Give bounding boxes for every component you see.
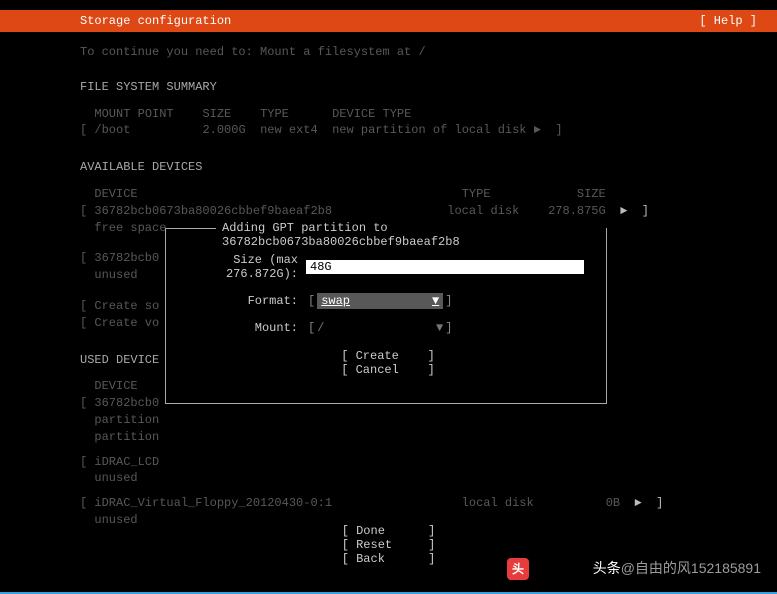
help-button[interactable]: [ Help ] bbox=[699, 10, 757, 32]
used-row: partition bbox=[80, 412, 757, 429]
add-partition-dialog: Adding GPT partition to 36782bcb0673ba80… bbox=[165, 228, 607, 404]
watermark: 头条@自由的风152185891 bbox=[593, 558, 761, 578]
fss-title: FILE SYSTEM SUMMARY bbox=[80, 79, 757, 96]
intro-text: To continue you need to: Mount a filesys… bbox=[80, 44, 757, 61]
size-input[interactable] bbox=[306, 260, 584, 274]
format-select[interactable]: swap▼ bbox=[317, 293, 443, 309]
page-title: Storage configuration bbox=[80, 10, 231, 32]
create-button[interactable]: [ Create ] bbox=[180, 349, 596, 363]
used-row: unused bbox=[80, 470, 757, 487]
reset-button[interactable]: [ Reset ] bbox=[0, 538, 777, 552]
size-label: Size (max 276.872G): bbox=[180, 253, 306, 281]
mount-select: /▼ bbox=[317, 321, 443, 335]
chevron-down-icon: ▼ bbox=[432, 294, 439, 308]
mount-label: Mount: bbox=[180, 321, 306, 335]
used-row: partition bbox=[80, 429, 757, 446]
used-row[interactable]: [ iDRAC_LCD bbox=[80, 454, 757, 471]
avail-row[interactable]: [ 36782bcb0673ba80026cbbef9baeaf2b8 loca… bbox=[80, 203, 757, 220]
cancel-button[interactable]: [ Cancel ] bbox=[180, 363, 596, 377]
chevron-down-icon: ▼ bbox=[436, 321, 443, 335]
done-button[interactable]: [ Done ] bbox=[0, 524, 777, 538]
watermark-logo: 头 bbox=[507, 558, 529, 580]
avail-title: AVAILABLE DEVICES bbox=[80, 159, 757, 176]
fss-row[interactable]: [ /boot 2.000G new ext4 new partition of… bbox=[80, 122, 757, 139]
used-row-floppy[interactable]: [ iDRAC_Virtual_Floppy_20120430-0:1 loca… bbox=[80, 495, 757, 512]
format-label: Format: bbox=[180, 294, 306, 308]
dialog-title: Adding GPT partition to 36782bcb0673ba80… bbox=[216, 221, 606, 249]
fss-header: MOUNT POINT SIZE TYPE DEVICE TYPE bbox=[80, 106, 757, 123]
title-bar: Storage configuration [ Help ] bbox=[0, 10, 777, 32]
avail-header: DEVICE TYPE SIZE bbox=[80, 186, 757, 203]
